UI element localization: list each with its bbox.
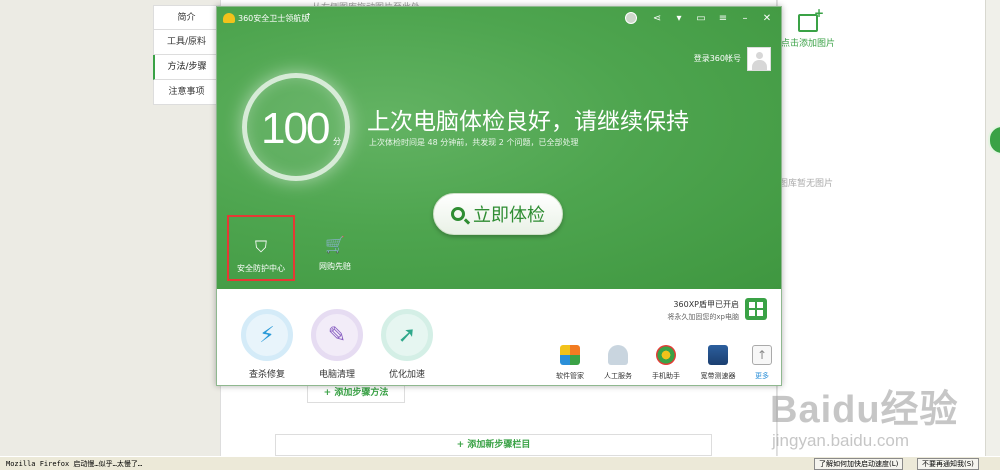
titlebar-controls: ⋖ ▾ ▭ ≡ – ✕ bbox=[625, 12, 773, 24]
manual-service-button[interactable]: 人工服务 bbox=[595, 345, 641, 381]
bandwidth-test-label: 宽带测速器 bbox=[700, 372, 736, 380]
titlebar: 360安全卫士领航版 ↑ ⋖ ▾ ▭ ≡ – ✕ bbox=[217, 7, 781, 31]
sidenav-item-steps[interactable]: 方法/步骤 bbox=[153, 55, 220, 80]
sidenav-item-intro[interactable]: 简介 bbox=[153, 5, 220, 30]
speedup-label: 优化加速 bbox=[388, 370, 425, 380]
more-tools-button[interactable]: ↑ 更多 bbox=[739, 345, 781, 381]
watermark-url: jingyan.baidu.com bbox=[772, 431, 910, 450]
score-unit: 分 bbox=[333, 137, 341, 146]
bandwidth-test-button[interactable]: 宽带测速器 bbox=[695, 345, 741, 381]
add-new-step-button[interactable]: + 添加新步骤栏目 bbox=[275, 434, 712, 456]
shield-icon: ⛉ bbox=[254, 237, 267, 256]
add-image-label: 点击添加图片 bbox=[781, 39, 836, 49]
phone-assistant-label: 手机助手 bbox=[652, 372, 680, 380]
image-add-icon bbox=[798, 6, 824, 32]
security-center-button[interactable]: ⛉ 安全防护中心 bbox=[227, 215, 295, 281]
feedback-icon[interactable]: ▭ bbox=[695, 13, 707, 24]
tool-panel: 360XP盾甲已开启 将永久加固您的xp电脑 ⚡ 查杀修复 ✎ 电脑清理 ➚ 优… bbox=[217, 289, 781, 385]
share-icon[interactable]: ⋖ bbox=[651, 13, 663, 24]
add-step-method-button[interactable]: + 添加步骤方法 bbox=[307, 383, 405, 403]
shopping-protection-label: 网购先赔 bbox=[319, 262, 351, 271]
rocket-icon: ➚ bbox=[381, 309, 433, 361]
more-tools-label: 更多 bbox=[755, 372, 769, 380]
software-manager-label: 软件管家 bbox=[556, 372, 584, 380]
window-hero: 360安全卫士领航版 ↑ ⋖ ▾ ▭ ≡ – ✕ 登录360帐号 100 分 上… bbox=[217, 7, 781, 289]
score-ring: 100 分 bbox=[242, 73, 350, 181]
virus-scan-button[interactable]: ⚡ 查杀修复 bbox=[239, 309, 295, 380]
cart-icon: 🛒 bbox=[325, 235, 345, 254]
close-icon[interactable]: ✕ bbox=[761, 13, 773, 24]
search-icon bbox=[451, 207, 465, 221]
status-subline: 上次体检时间是 48 分钟前，共发现 2 个问题，已全部处理 bbox=[369, 138, 579, 147]
check-now-button[interactable]: 立即体检 bbox=[433, 193, 563, 235]
security-center-label: 安全防护中心 bbox=[237, 264, 285, 273]
baidu-watermark: Baidu经验 jingyan.baidu.com bbox=[770, 378, 990, 451]
software-manager-button[interactable]: 软件管家 bbox=[547, 345, 593, 381]
menu-icon[interactable]: ≡ bbox=[717, 13, 729, 24]
notification-text: Mozilla Firefox 启动慢…似乎…太慢了… bbox=[6, 460, 143, 468]
watermark-logo: Baidu经验 bbox=[770, 389, 959, 431]
speedup-button[interactable]: ➚ 优化加速 bbox=[379, 309, 435, 380]
phone-assistant-button[interactable]: 手机助手 bbox=[643, 345, 689, 381]
sidenav-item-notes[interactable]: 注意事项 bbox=[153, 80, 220, 105]
phone-assistant-icon bbox=[656, 345, 676, 365]
notification-bar: Mozilla Firefox 启动慢…似乎…太慢了… 了解如何加快启动速度(L… bbox=[0, 456, 1000, 470]
add-image-button[interactable]: 点击添加图片 bbox=[781, 6, 836, 49]
learn-speedup-button[interactable]: 了解如何加快启动速度(L) bbox=[814, 458, 904, 470]
app-logo-icon bbox=[223, 13, 235, 23]
minimize-icon[interactable]: – bbox=[739, 13, 751, 24]
xp-shield-subtitle: 将永久加固您的xp电脑 bbox=[667, 313, 739, 321]
upgrade-arrow-icon[interactable]: ↑ bbox=[305, 12, 312, 21]
service-agent-icon bbox=[608, 345, 628, 365]
cleanup-label: 电脑清理 bbox=[318, 370, 355, 380]
arrow-up-icon: ↑ bbox=[752, 345, 772, 365]
broom-icon: ✎ bbox=[311, 309, 363, 361]
score-value: 100 bbox=[261, 104, 330, 153]
sidenav-item-tools[interactable]: 工具/原料 bbox=[153, 30, 220, 55]
lightning-icon: ⚡ bbox=[241, 309, 293, 361]
windows-logo-icon[interactable] bbox=[745, 298, 767, 320]
skin-icon[interactable]: ▾ bbox=[673, 13, 685, 24]
manual-service-label: 人工服务 bbox=[604, 372, 632, 380]
check-now-label: 立即体检 bbox=[473, 205, 545, 226]
status-headline: 上次电脑体检良好，请继续保持 bbox=[367, 109, 689, 135]
no-image-label: 图库暂无图片 bbox=[779, 179, 834, 189]
step-sidenav: 简介 工具/原料 方法/步骤 注意事项 bbox=[153, 5, 220, 105]
software-manager-icon bbox=[560, 345, 580, 365]
shopping-protection-button[interactable]: 🛒 网购先赔 bbox=[303, 235, 367, 272]
login-link[interactable]: 登录360帐号 bbox=[694, 53, 741, 64]
virus-scan-label: 查杀修复 bbox=[248, 370, 285, 380]
360-window: 360安全卫士领航版 ↑ ⋖ ▾ ▭ ≡ – ✕ 登录360帐号 100 分 上… bbox=[216, 6, 782, 386]
xp-shield-title: 360XP盾甲已开启 bbox=[673, 300, 739, 309]
dont-notify-button[interactable]: 不要再通知我(S) bbox=[917, 458, 979, 470]
app-title: 360安全卫士领航版 bbox=[238, 14, 310, 23]
avatar[interactable] bbox=[747, 47, 771, 71]
speedometer-icon bbox=[708, 345, 728, 365]
medal-icon[interactable] bbox=[625, 12, 637, 24]
cleanup-button[interactable]: ✎ 电脑清理 bbox=[309, 309, 365, 380]
